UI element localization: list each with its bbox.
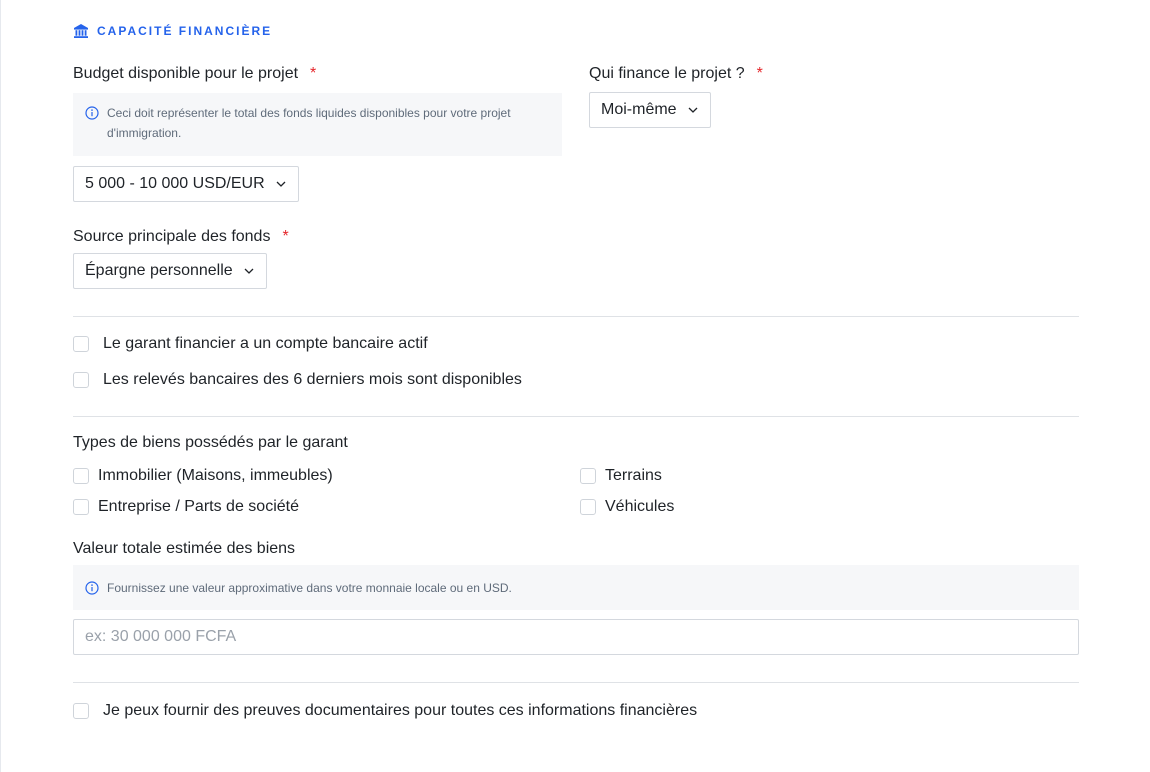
financer-label: Qui finance le projet ? *: [589, 65, 763, 83]
source-label: Source principale des fonds *: [73, 228, 289, 246]
land-checkbox[interactable]: Terrains: [580, 467, 662, 485]
info-icon: [85, 106, 99, 120]
hint-line: d'immigration.: [107, 126, 182, 140]
section-header: CAPACITÉ FINANCIÈRE: [73, 22, 272, 40]
bank-icon: [74, 24, 88, 38]
info-icon: [85, 580, 99, 595]
asset-value-label: Valeur totale estimée des biens: [73, 540, 296, 557]
assets-label: Types de biens possédés par le garant: [73, 434, 348, 451]
left-border: [0, 0, 1, 772]
vehicles-checkbox[interactable]: Véhicules: [580, 498, 674, 516]
divider: [73, 682, 1079, 683]
required-mark: *: [756, 65, 763, 82]
chevron-down-icon: [275, 178, 287, 190]
financer-select-value: Moi-même: [601, 101, 677, 118]
checkbox-label: Le garant financier a un compte bancaire…: [103, 335, 428, 352]
checkbox-box[interactable]: [73, 468, 89, 484]
required-mark: *: [310, 65, 317, 82]
asset-value-hint: Fournissez une valeur approximative dans…: [73, 565, 1079, 610]
budget-hint-text: Ceci doit représenter le total des fonds…: [107, 103, 511, 143]
budget-label: Budget disponible pour le projet *: [73, 65, 316, 83]
section-title: CAPACITÉ FINANCIÈRE: [97, 24, 273, 38]
source-select[interactable]: Épargne personnelle: [73, 253, 267, 289]
financer-select[interactable]: Moi-même: [589, 92, 711, 128]
checkbox-label: Véhicules: [605, 498, 675, 515]
hint-line: Ceci doit représenter le total des fonds…: [107, 106, 511, 120]
business-shares-checkbox[interactable]: Entreprise / Parts de société: [73, 498, 299, 516]
financer-label-text: Qui finance le projet ?: [589, 65, 745, 82]
budget-select[interactable]: 5 000 - 10 000 USD/EUR: [73, 166, 299, 202]
checkbox-label: Les relevés bancaires des 6 derniers moi…: [103, 371, 522, 388]
budget-label-text: Budget disponible pour le projet: [73, 65, 299, 82]
budget-select-value: 5 000 - 10 000 USD/EUR: [85, 175, 265, 192]
checkbox-box[interactable]: [580, 468, 596, 484]
source-select-value: Épargne personnelle: [85, 262, 233, 279]
budget-hint: Ceci doit représenter le total des fonds…: [73, 93, 562, 156]
bank-statements-checkbox[interactable]: Les relevés bancaires des 6 derniers moi…: [73, 371, 522, 389]
required-mark: *: [282, 228, 289, 245]
source-label-text: Source principale des fonds: [73, 228, 271, 245]
divider: [73, 416, 1079, 417]
real-estate-checkbox[interactable]: Immobilier (Maisons, immeubles): [73, 467, 333, 485]
checkbox-label: Entreprise / Parts de société: [98, 498, 299, 515]
chevron-down-icon: [243, 265, 255, 277]
checkbox-box[interactable]: [73, 703, 89, 719]
chevron-down-icon: [687, 104, 699, 116]
checkbox-box[interactable]: [73, 499, 89, 515]
checkbox-box[interactable]: [580, 499, 596, 515]
checkbox-label: Immobilier (Maisons, immeubles): [98, 467, 333, 484]
bank-account-checkbox[interactable]: Le garant financier a un compte bancaire…: [73, 335, 428, 353]
checkbox-label: Terrains: [605, 467, 662, 484]
asset-value-hint-text: Fournissez une valeur approximative dans…: [107, 580, 512, 595]
checkbox-label: Je peux fournir des preuves documentaire…: [103, 702, 698, 719]
asset-value-input[interactable]: [73, 619, 1079, 655]
divider: [73, 316, 1079, 317]
documentary-proof-checkbox[interactable]: Je peux fournir des preuves documentaire…: [73, 702, 697, 720]
checkbox-box[interactable]: [73, 372, 89, 388]
checkbox-box[interactable]: [73, 336, 89, 352]
